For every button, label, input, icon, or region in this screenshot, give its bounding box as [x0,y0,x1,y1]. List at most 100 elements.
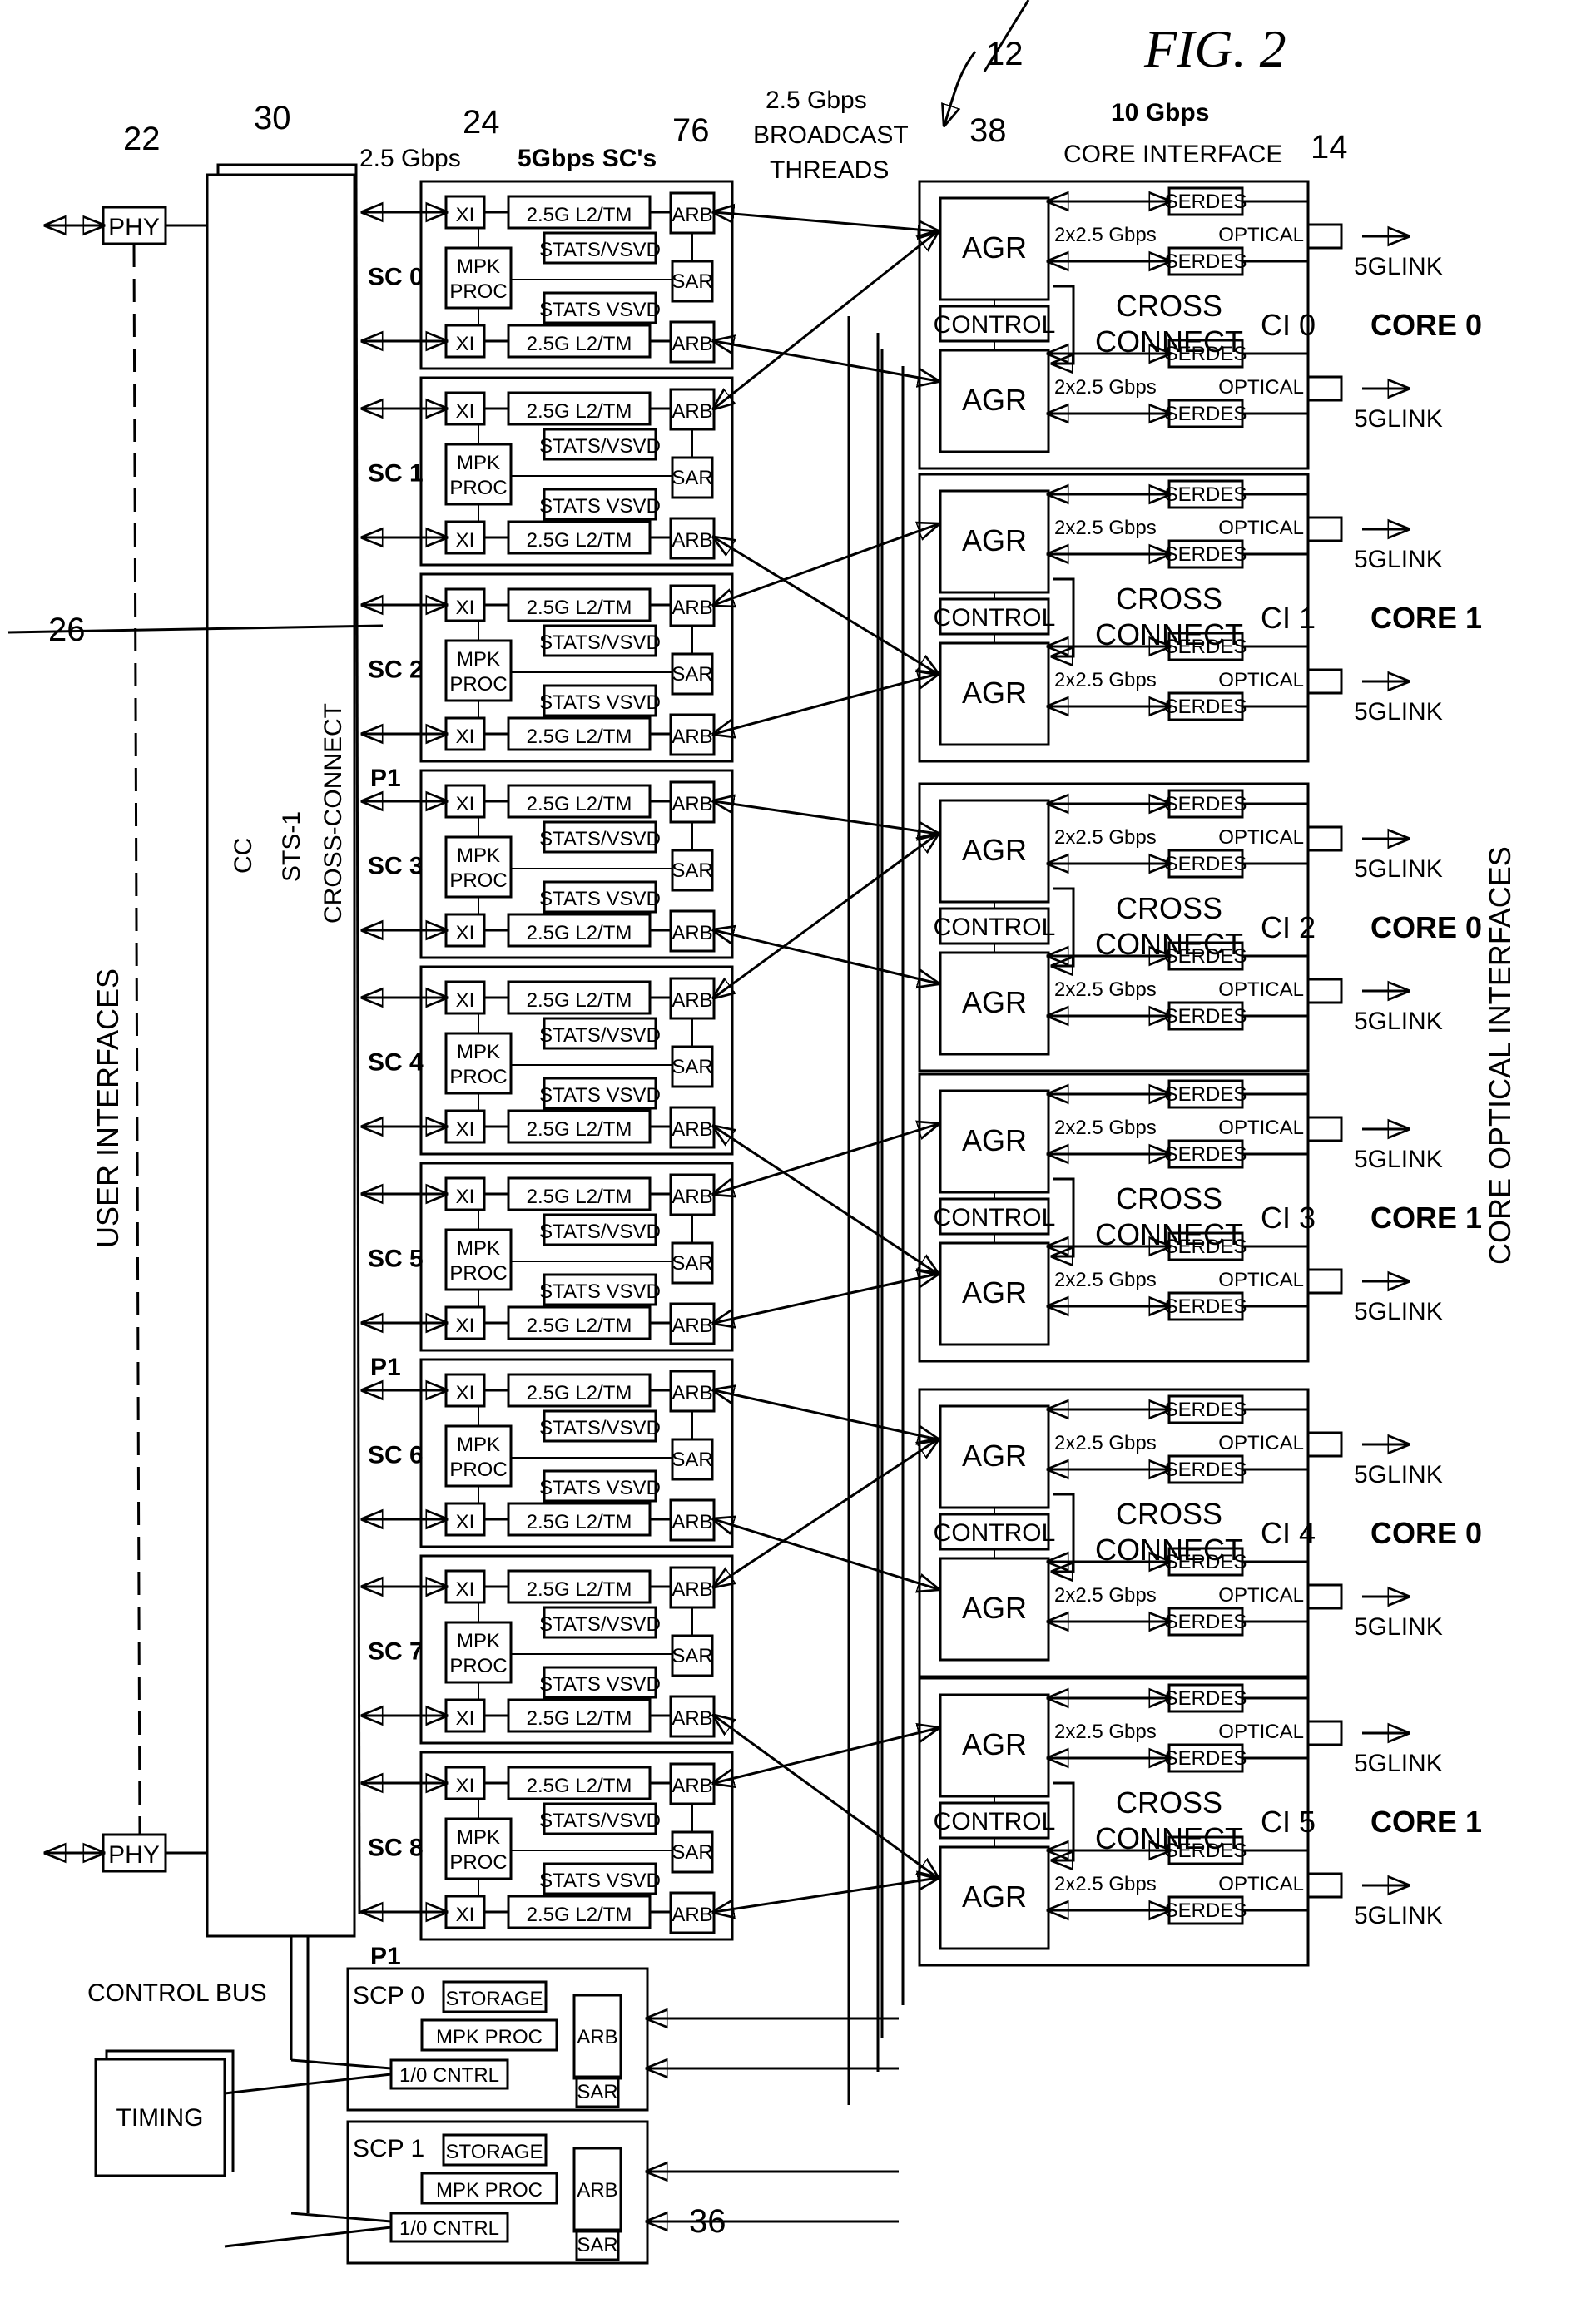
l2tm-label: 2.5G L2/TM [527,1511,632,1533]
agr-label: AGR [962,1275,1027,1310]
sc-card-label: SC 8 [368,1835,424,1862]
serdes-label: SERDES [1165,1083,1247,1106]
optical-label: OPTICAL [1218,1721,1304,1743]
l2tm-label: 2.5G L2/TM [527,922,632,944]
io-cntrl-label: 1/0 CNTRL [399,2217,499,2240]
scp-card-label: SCP 0 [353,1982,424,2009]
agr-label: AGR [962,383,1027,417]
xi-label: XI [456,333,475,355]
optical-port [1306,1268,1343,1295]
sar-label: SAR [672,467,712,489]
stats-vsvd-top-label: STATS/VSVD [539,1810,661,1832]
xi-label: XI [456,1578,475,1601]
broadcast-thread-arrow [714,231,938,409]
sar-label: SAR [672,859,712,882]
cross-label: CROSS [1116,1786,1222,1820]
storage-label: STORAGE [446,1988,543,2010]
arb-label: ARB [672,204,712,226]
arb-label: ARB [672,1578,712,1601]
link-label: 5GLINK [1354,405,1443,433]
stats-vsvd-top-label: STATS/VSVD [539,435,661,458]
link-label: 5GLINK [1354,698,1443,726]
scp-sar-label: SAR [577,2081,617,2103]
timing-io-line [224,2226,392,2248]
control-label: CONTROL [934,311,1056,339]
arb-label: ARB [672,793,712,815]
stats-vsvd-bottom-label: STATS VSVD [539,1280,661,1303]
broadcast-thread-arrow [714,1124,938,1194]
optical-label: OPTICAL [1218,224,1304,246]
optical-label: OPTICAL [1218,1432,1304,1454]
serdes-label: SERDES [1165,1143,1247,1166]
xi-label: XI [456,1707,475,1730]
agr-cross-connect-link [1053,1177,1075,1256]
serdes-label: SERDES [1165,543,1247,566]
broadcast-thread-arrow [714,524,938,605]
broadcast-thread-arrow [714,212,938,231]
stats-vsvd-bottom-label: STATS VSVD [539,495,661,518]
ci-card-label: CI 1 [1261,601,1316,635]
cross-label: CROSS [1116,1181,1222,1216]
serdes-label: SERDES [1165,793,1247,815]
l2tm-label: 2.5G L2/TM [527,989,632,1012]
p1-label: P1 [370,1354,401,1381]
user-interface-boundary [132,243,141,1835]
agr-label: AGR [962,1591,1027,1625]
link-label: 5GLINK [1354,1902,1443,1929]
l2tm-label: 2.5G L2/TM [527,1382,632,1404]
optical-label: OPTICAL [1218,1117,1304,1139]
broadcast-thread-arrow [714,930,938,983]
p1-label: P1 [370,1943,401,1970]
xi-label: XI [456,204,475,226]
storage-label: STORAGE [446,2141,543,2163]
optical-label: OPTICAL [1218,669,1304,691]
link-label: 5GLINK [1354,546,1443,573]
arb-label: ARB [672,1511,712,1533]
proc-label: PROC [449,1459,507,1481]
sc-card-label: SC 6 [368,1442,424,1469]
proc-label: PROC [449,869,507,892]
broadcast-thread-arrow [714,1390,938,1439]
core-optical-interfaces-label: CORE OPTICAL INTERFACES [1483,846,1517,1265]
rate-label: 2x2.5 Gbps [1054,1584,1157,1607]
l2tm-label: 2.5G L2/TM [527,1578,632,1601]
broadcast-thread-arrow [714,801,938,834]
xi-label: XI [456,1775,475,1797]
proc-label: PROC [449,1655,507,1677]
arb-label: ARB [672,1118,712,1141]
mpk-label: MPK [457,1630,500,1652]
l2tm-label: 2.5G L2/TM [527,204,632,226]
connect-label: CONNECT [1095,1217,1243,1251]
cc-ref-label: 30 [254,100,291,136]
arb-label: ARB [672,922,712,944]
core-title-label: CORE INTERFACE [1063,141,1282,168]
optical-label: OPTICAL [1218,1873,1304,1895]
stats-vsvd-top-label: STATS/VSVD [539,1417,661,1439]
arb-label: ARB [672,1186,712,1208]
serdes-label: SERDES [1165,250,1247,273]
agr-label: AGR [962,833,1027,867]
mpk-label: MPK [457,1041,500,1063]
scp-mpk-label: MPK PROC [436,2179,543,2202]
l2tm-label: 2.5G L2/TM [527,1315,632,1337]
sar-label: SAR [672,270,712,293]
ci-card-label: CI 3 [1261,1201,1316,1235]
scp-card-label: SCP 1 [353,2135,424,2162]
stats-vsvd-bottom-label: STATS VSVD [539,1084,661,1107]
agr-cross-connect-link [1053,285,1075,364]
agr-label: AGR [962,1880,1027,1914]
sc-card-label: SC 3 [368,853,424,880]
cc-block [206,173,356,1938]
agr-label: AGR [962,676,1027,710]
optical-port [1306,1431,1343,1458]
l2tm-label: 2.5G L2/TM [527,333,632,355]
phy-label: PHY [108,214,160,241]
core-label: CORE 0 [1370,308,1482,342]
scp-sar-label: SAR [577,2234,617,2256]
xi-label: XI [456,1315,475,1337]
serdes-label: SERDES [1165,191,1247,213]
broadcast-thread-arrow [714,1439,938,1587]
cross-label: CROSS [1116,1497,1222,1531]
stats-vsvd-top-label: STATS/VSVD [539,1221,661,1243]
sar-label: SAR [672,1252,712,1275]
